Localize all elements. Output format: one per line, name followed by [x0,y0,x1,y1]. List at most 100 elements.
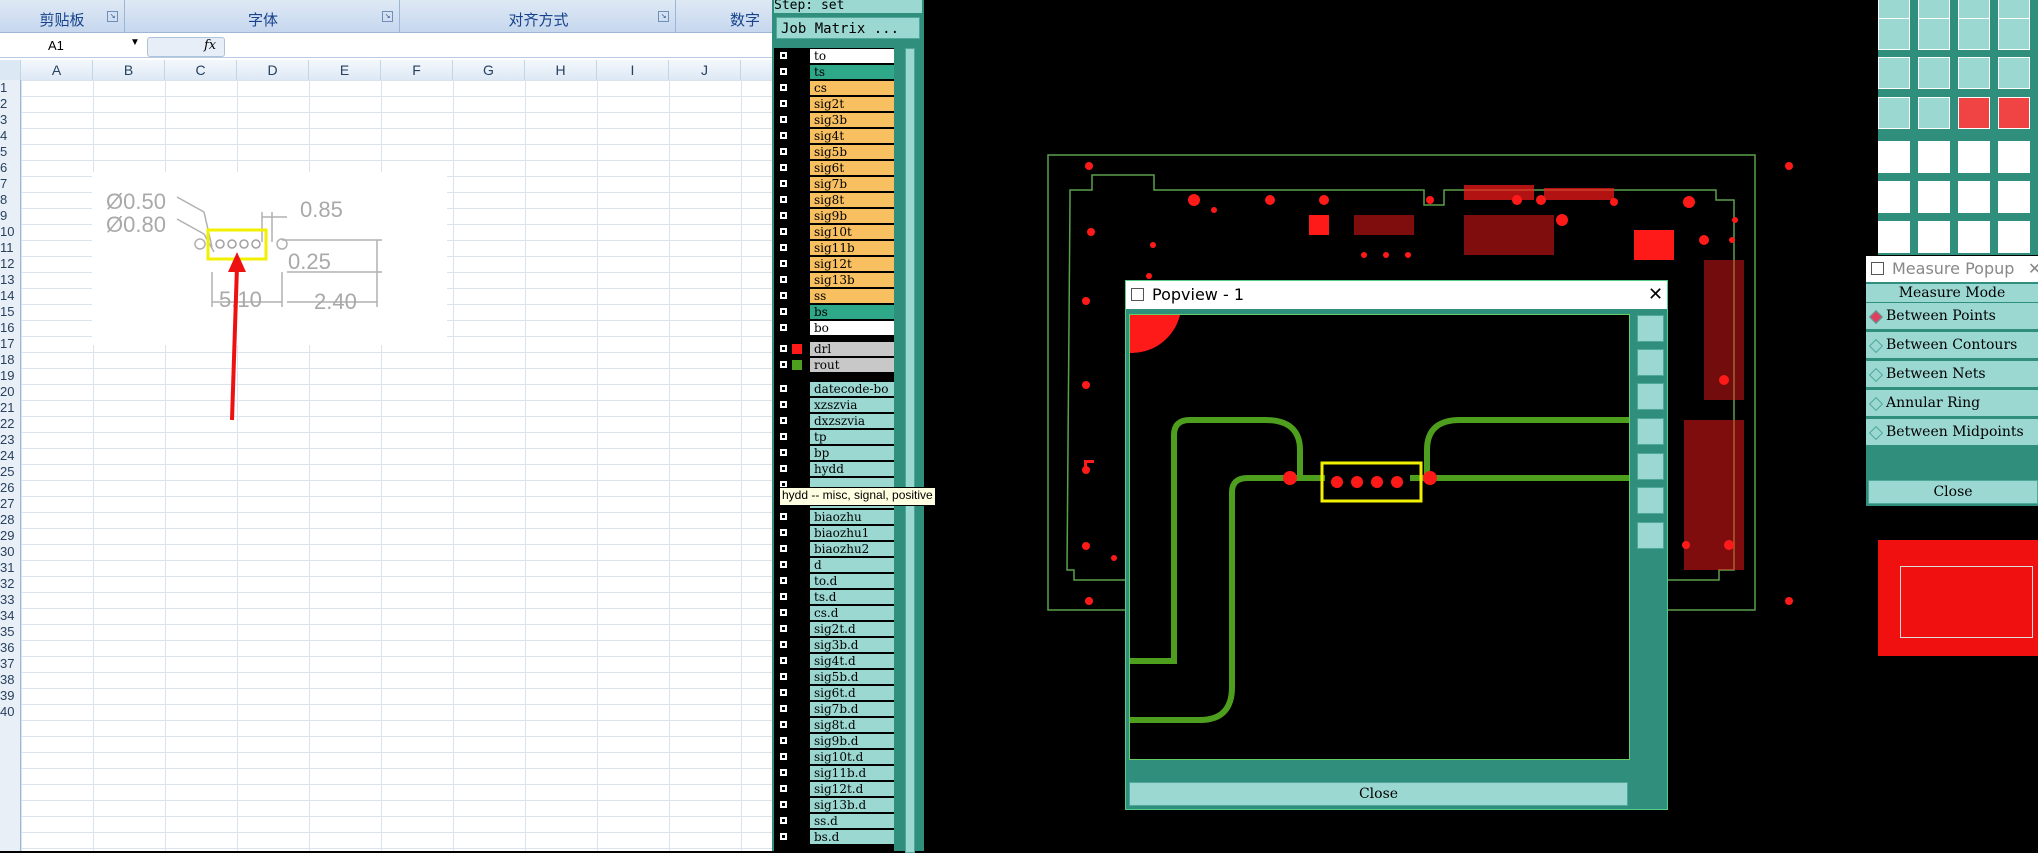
layer-checkbox[interactable] [779,656,788,665]
row-header[interactable]: 15 [0,304,20,320]
layer-row[interactable]: to [774,48,894,64]
layer-name[interactable]: bp [810,446,894,460]
layer-name[interactable]: sig5b [810,145,894,159]
layer-checkbox[interactable] [779,608,788,617]
layer-name[interactable]: sig13b [810,273,894,287]
layer-name[interactable]: ss.d [810,814,894,828]
tool-button-icon[interactable] [1958,18,1990,50]
row-header[interactable]: 5 [0,144,20,160]
layer-name[interactable]: ss [810,289,894,303]
layer-name[interactable]: datecode-bo [810,382,894,396]
layer-row[interactable]: biaozhu1 [774,525,894,541]
layer-row[interactable]: sig6t.d [774,685,894,701]
layer-row[interactable]: ss [774,288,894,304]
layer-row[interactable]: sig10t [774,224,894,240]
row-header[interactable]: 25 [0,464,20,480]
row-header[interactable]: 22 [0,416,20,432]
close-icon[interactable]: ✕ [2028,256,2038,282]
layer-checkbox[interactable] [779,816,788,825]
layer-name[interactable]: rout [810,358,894,372]
layer-name[interactable]: sig7b [810,177,894,191]
row-header[interactable]: 36 [0,640,20,656]
row-header[interactable]: 24 [0,448,20,464]
row-header[interactable]: 26 [0,480,20,496]
layer-row[interactable]: ts [774,64,894,80]
column-header[interactable]: F [381,60,453,80]
layer-name[interactable]: sig5b.d [810,670,894,684]
layer-checkbox[interactable] [779,448,788,457]
layer-name[interactable]: sig13b.d [810,798,894,812]
help-icon[interactable] [1998,57,2030,89]
layer-checkbox[interactable] [779,560,788,569]
layer-checkbox[interactable] [779,323,788,332]
row-header[interactable]: 10 [0,224,20,240]
layer-checkbox[interactable] [779,544,788,553]
layer-list[interactable]: to ts cs sig2t sig3b sig4t sig5b sig6t sig7b sig8… [774,48,894,851]
column-header[interactable]: J [669,60,741,80]
row-header[interactable]: 40 [0,704,20,720]
layer-row[interactable]: sig11b [774,240,894,256]
layer-checkbox[interactable] [779,243,788,252]
layer-checkbox[interactable] [779,416,788,425]
layer-checkbox[interactable] [779,512,788,521]
scrollbar-thumb[interactable] [905,48,915,853]
layer-name[interactable]: ts [810,65,894,79]
layer-checkbox[interactable] [779,384,788,393]
insert-function-button[interactable]: fx [147,37,225,57]
popview-titlebar[interactable]: Popview - 1 ✕ [1126,281,1667,309]
tool-button-icon[interactable] [1878,141,1910,173]
layer-row[interactable]: sig8t.d [774,717,894,733]
layer-checkbox[interactable] [779,752,788,761]
layer-checkbox[interactable] [779,344,788,353]
layer-row[interactable]: hydd [774,461,894,477]
layer-name[interactable]: biaozhu2 [810,542,894,556]
row-header[interactable]: 16 [0,320,20,336]
layer-checkbox[interactable] [779,432,788,441]
dialog-launcher-icon[interactable]: ↘ [658,11,669,22]
layer-row[interactable]: sig7b.d [774,701,894,717]
layer-name[interactable]: cs.d [810,606,894,620]
layer-row[interactable]: sig13b [774,272,894,288]
row-header[interactable]: 35 [0,624,20,640]
row-header[interactable]: 6 [0,160,20,176]
home-icon[interactable] [1637,487,1664,514]
layer-checkbox[interactable] [779,259,788,268]
job-matrix-button[interactable]: Job Matrix ... [776,17,920,39]
layer-row[interactable]: sig4t [774,128,894,144]
layer-row[interactable]: bs [774,304,894,320]
tool-button-icon[interactable] [1878,57,1910,89]
tool-button-icon[interactable] [1878,221,1910,253]
layer-row[interactable]: sig12t [774,256,894,272]
tool-button-icon[interactable] [1918,97,1950,129]
column-header[interactable]: H [525,60,597,80]
name-box[interactable]: A1 ▼ [0,37,142,55]
row-header[interactable]: 33 [0,592,20,608]
measure-option-between-points[interactable]: Between Points [1866,303,2038,330]
overview-map[interactable] [1878,540,2038,656]
column-header[interactable]: E [309,60,381,80]
row-header[interactable]: 17 [0,336,20,352]
layer-name[interactable]: sig2t [810,97,894,111]
tool-button-icon[interactable] [1998,141,2030,173]
layer-name[interactable]: bo [810,321,894,335]
layer-row[interactable]: bp [774,445,894,461]
measure-option-between-nets[interactable]: Between Nets [1866,361,2038,388]
tool-button-icon[interactable] [1918,141,1950,173]
layer-row[interactable]: bs.d [774,829,894,845]
layer-name[interactable]: biaozhu1 [810,526,894,540]
layer-row[interactable]: d [774,557,894,573]
layer-checkbox[interactable] [779,768,788,777]
tool-button-icon[interactable] [1878,0,1910,20]
layer-row[interactable]: bo [774,320,894,336]
ribbon-group-clipboard[interactable]: 剪贴板 ↘ [0,0,125,32]
layer-name[interactable]: sig2t.d [810,622,894,636]
layer-row[interactable]: sig2t [774,96,894,112]
zoom-in-icon[interactable] [1637,349,1664,376]
tool-button-icon[interactable] [1998,181,2030,213]
ribbon-group-number[interactable]: 数字 [678,0,772,32]
layer-row[interactable]: sig4t.d [774,653,894,669]
layer-checkbox[interactable] [779,163,788,172]
pan-left-icon[interactable] [1637,418,1664,445]
tool-button-icon[interactable] [1878,181,1910,213]
row-header[interactable]: 32 [0,576,20,592]
